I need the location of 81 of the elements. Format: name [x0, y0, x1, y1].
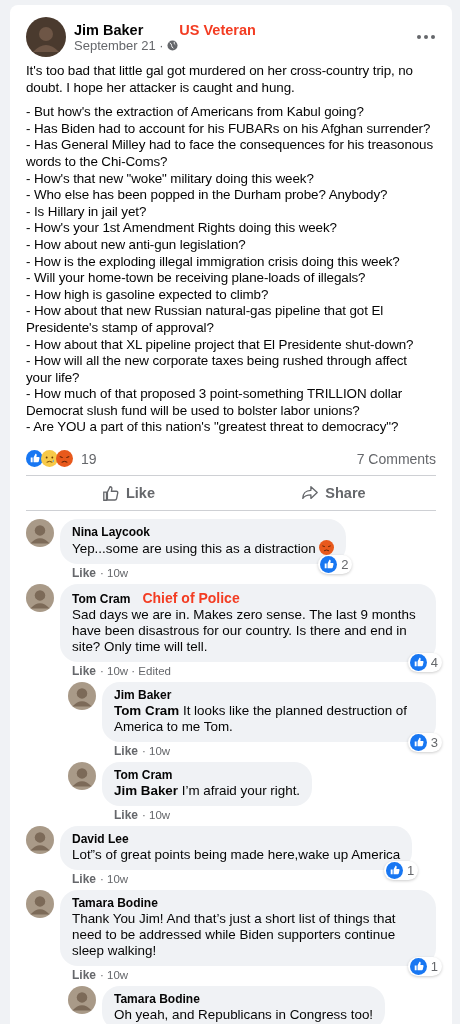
like-count: 1: [407, 863, 415, 879]
post-list-item: - Will your home-town be receiving plane-loads of illegals?: [26, 270, 367, 287]
comment-text: Thank You Jim! And that’s just a short list of things that need to be addressed while Biden supporters continue sleep walking!: [72, 911, 397, 960]
post-list-item: - Has General Milley had to face the consequences for his treasonous words to the Chi-Coms?: [26, 137, 435, 171]
like-link[interactable]: Like: [114, 744, 138, 759]
comment-time: · 10w: [142, 808, 171, 823]
post-list-item: - How's that new "woke" military doing this week?: [26, 170, 315, 188]
post-list-item: - How about that XL pipeline project that El Presidente shut-down?: [26, 336, 415, 354]
commenter-name[interactable]: Tom Cram: [72, 592, 131, 607]
post-list-item: - How about that new Russian natural-gas pipeline that got El Presidente's stamp of approval?: [26, 303, 385, 337]
angry-reaction-icon: [56, 450, 73, 468]
comment-time: · 10w: [100, 566, 129, 581]
like-count-badge[interactable]: 4: [407, 653, 442, 673]
like-count: 3: [430, 735, 438, 751]
comment-text: Tom Cram It looks like the planned destruction of America to me Tom.: [114, 703, 408, 736]
post-list-item: - How's your 1st Amendment Rights doing this week?: [26, 220, 338, 237]
like-count-badge[interactable]: 1: [384, 861, 419, 881]
like-reaction-icon: [386, 862, 404, 880]
avatar: [68, 986, 96, 1015]
comment-text: Sad days we are in. Makes zero sense. The last 9 months have been disastrous for our country. Is there and end in site? Only time will tell.: [72, 607, 417, 656]
like-reaction-icon: [409, 654, 427, 672]
globe-icon: [166, 39, 178, 51]
avatar: [68, 682, 96, 711]
avatar: [26, 826, 54, 855]
like-reaction-icon: [409, 958, 427, 976]
like-button[interactable]: Like: [26, 478, 231, 509]
post-list-item: - Are YOU a part of this nation's "greatest threat to democracy"?: [26, 419, 400, 437]
post-list-item: - Who else has been popped in the Durham probe? Anybody?: [26, 187, 389, 204]
comment-time: · 10w · Edited: [100, 664, 171, 679]
commenter-name[interactable]: Tamara Bodine: [114, 992, 200, 1007]
commenter-name[interactable]: Jim Baker: [114, 688, 172, 703]
post-list-item: - But how's the extraction of Americans from Kabul going?: [26, 104, 365, 121]
like-count: 1: [430, 959, 438, 975]
comment-text: Oh yeah, and Republicans in Congress too!: [114, 1007, 374, 1024]
post-text: It's too bad that little gal got murdered on her cross-country trip, no doubt. I hope her attacker is caught and hung.: [26, 63, 414, 97]
avatar: [26, 17, 66, 57]
annotation-label: US Veteran: [179, 21, 256, 38]
comment-time: · 10w: [142, 744, 171, 759]
comment-count[interactable]: 7 Comments: [356, 450, 436, 467]
avatar: [68, 762, 96, 791]
sad-reaction-icon: [41, 450, 58, 468]
like-link[interactable]: Like: [72, 872, 96, 887]
like-link[interactable]: Like: [72, 664, 96, 679]
like-count-badge[interactable]: 2: [318, 555, 353, 575]
commenter-name[interactable]: David Lee: [72, 832, 129, 847]
like-link[interactable]: Like: [114, 808, 138, 823]
like-reaction-icon: [26, 450, 43, 468]
share-button[interactable]: Share: [231, 478, 436, 509]
commenter-name[interactable]: Tom Cram: [114, 768, 173, 783]
more-options-icon[interactable]: [416, 34, 436, 40]
post-list-item: - How much of that proposed 3 point-something TRILLION dollar Democrat slush fund will be used to bolster labor unions?: [26, 386, 404, 420]
like-reaction-icon: [409, 734, 427, 752]
post-list-item: - How about new anti-gun legislation?: [26, 236, 247, 254]
like-count-badge[interactable]: 1: [407, 957, 442, 977]
post-list-item: - How high is gasoline expected to climb?: [26, 286, 270, 304]
comment-text: Lot”s of great points being made here,wake up America: [72, 847, 401, 864]
avatar: [26, 584, 54, 613]
avatar: [26, 519, 54, 548]
like-link[interactable]: Like: [72, 968, 96, 983]
like-link[interactable]: Like: [72, 566, 96, 581]
like-reaction-icon: [320, 556, 338, 574]
annotation-label: Chief of Police: [142, 590, 240, 607]
post-date[interactable]: September 21 ·: [74, 37, 164, 53]
thumbs-up-icon: [102, 484, 120, 503]
comment-text: Jim Baker I’m afraid your right.: [114, 783, 301, 800]
post-list-item: - How will all the new corporate taxes being rushed through affect your life?: [26, 353, 408, 387]
like-count: 2: [341, 557, 349, 573]
angry-emoji-icon: [319, 540, 335, 556]
commenter-name[interactable]: Tamara Bodine: [72, 896, 158, 911]
post-list-item: - How is the exploding illegal immigration crisis doing this week?: [26, 253, 401, 271]
post-list-item: - Is Hillary in jail yet?: [26, 203, 148, 221]
reaction-count[interactable]: 19: [81, 450, 357, 467]
author-name[interactable]: Jim Baker: [74, 21, 144, 38]
avatar: [26, 890, 54, 919]
like-count: 4: [430, 655, 438, 671]
post-list-item: - Has Biden had to account for his FUBARs on his Afghan surrender?: [26, 120, 432, 138]
comment-time: · 10w: [100, 872, 129, 887]
commenter-name[interactable]: Nina Laycook: [72, 525, 151, 540]
comment-text: Yep...some are using this as a distraction: [72, 540, 335, 558]
like-count-badge[interactable]: 3: [407, 733, 442, 753]
comment-time: · 10w: [100, 968, 129, 983]
